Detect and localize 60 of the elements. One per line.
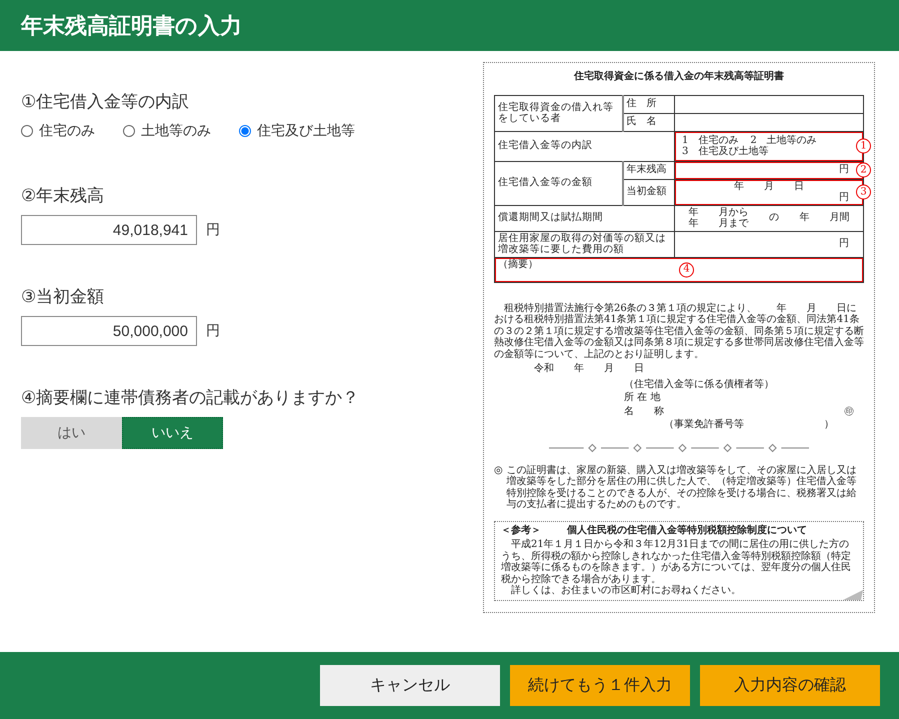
action-button[interactable]: 入力内容の確認 — [700, 665, 880, 706]
action-button[interactable]: キャンセル — [320, 665, 500, 706]
row-label: 住宅借入金等の金額 — [498, 177, 592, 188]
row-label: 居住用家屋の取得の対価等の額又は増改築等に要した費用の額 — [498, 232, 666, 255]
section-label: ①住宅借入金等の内訳 — [21, 91, 190, 113]
yen-label: 円 — [839, 192, 849, 204]
radio-option[interactable]: 土地等のみ — [123, 122, 211, 140]
amount-field[interactable]: 49,018,941 — [21, 215, 197, 245]
dialog-title: 年末残高証明書の入力 — [21, 12, 242, 40]
number-marker: 3 — [856, 184, 871, 200]
option-text: 2 土地等のみ — [750, 134, 817, 146]
reference-paragraph: 詳しくは、お住まいの市区町村にお尋ねください。 — [510, 585, 742, 596]
option-text: 1 住宅のみ — [682, 134, 738, 146]
row-label: 住宅借入金等の内訳 — [498, 140, 592, 152]
option-text: 3 住宅及び土地等 — [682, 146, 768, 158]
unit-label: 円 — [206, 221, 220, 239]
amount-field[interactable]: 50,000,000 — [21, 316, 197, 346]
date-text: 年 月 日 — [734, 180, 804, 192]
remarks-label: （摘要） — [498, 258, 538, 270]
document-title: 住宅取得資金に係る借入金の年末残高等証明書 — [574, 71, 784, 82]
section-label: ③当初金額 — [21, 286, 104, 308]
period-text: の — [768, 212, 779, 224]
radio-label: 住宅のみ — [39, 122, 95, 140]
radio-option[interactable]: 住宅及び土地等 — [239, 122, 355, 140]
radio-label: 住宅及び土地等 — [257, 122, 355, 140]
row-label: 住宅取得資金の借入れ等をしている者 — [498, 102, 614, 124]
period-text: 年 月まで — [688, 218, 748, 230]
reference-label: ＜参考＞ — [501, 524, 541, 536]
name-label: 名 称 — [624, 406, 664, 417]
unit-label: 円 — [206, 322, 220, 340]
section-label: ④摘要欄に連帯債務者の記載がありますか？ — [21, 387, 360, 409]
row-label: 償還期間又は賦払期間 — [498, 212, 603, 224]
toggle-button[interactable]: はい — [21, 417, 122, 449]
reference-title: 個人住民税の住宅借入金等特別税額控除制度について — [567, 524, 807, 536]
number-marker: 1 — [856, 138, 871, 154]
statement-paragraph: 租税特別措置法施行令第26条の３第１項の規定により、 年 月 日における租税特別措置法第41条第１項に規定する住宅借入金等の金額、同法第41条の３の２第１項に規定する増改築等住宅借入金等の金額、同条第５項に規定する断熱改修住宅借入金等の金額又は同条第８項に規定する多世帯同居改修住宅借入金等の金額等について、上記のとおり証明します。 — [494, 302, 864, 360]
license-number-label: （事業免許番号等 ） — [664, 419, 834, 430]
yen-label: 円 — [839, 238, 849, 250]
address-label: 所 在 地 — [624, 392, 660, 404]
section-label: ②年末残高 — [21, 185, 104, 207]
note-paragraph: この証明書は、家屋の新築、購入又は増改築等をして、その家屋に入居し又は増改築等をした部分を居住の用に供した人で、（特定増改築等）住宅借入金等特別控除を受けることのできる人が、その控除を受ける場合に、税務署又は給与の支払者に提出するためのものです。 — [506, 464, 858, 510]
reference-paragraph: 平成21年１月１日から令和３年12月31日までの間に居住の用に供した方のうち、所得税の額から控除しきれなかった住宅借入金等特別税額控除額（特定増改築等に係るものを除きます。）がある方については、翌年度分の個人住民税から控除できる場合があります。 — [501, 539, 852, 584]
number-marker: 4 — [679, 262, 694, 277]
date-line: 令和 年 月 日 — [534, 363, 645, 374]
action-button[interactable]: 続けてもう１件入力 — [510, 665, 690, 706]
row-label: 住 所 — [626, 98, 656, 110]
number-marker: 2 — [856, 162, 871, 178]
yen-label: 円 — [839, 164, 849, 176]
certifier-heading: （住宅借入金等に係る債権者等） — [624, 378, 774, 390]
page-curl-icon — [843, 590, 863, 600]
toggle-button[interactable]: いいえ — [122, 417, 223, 449]
radio-label: 土地等のみ — [141, 122, 211, 140]
seal-mark: ㊞ — [844, 406, 854, 417]
row-label: 年末残高 — [626, 164, 666, 176]
row-label: 当初金額 — [626, 186, 666, 198]
row-label: 氏 名 — [626, 116, 656, 128]
radio-option[interactable]: 住宅のみ — [21, 122, 95, 140]
period-text: 年 月間 — [800, 212, 850, 224]
period-text: 年 月から — [688, 206, 748, 218]
note-mark: ◎ — [494, 464, 503, 478]
